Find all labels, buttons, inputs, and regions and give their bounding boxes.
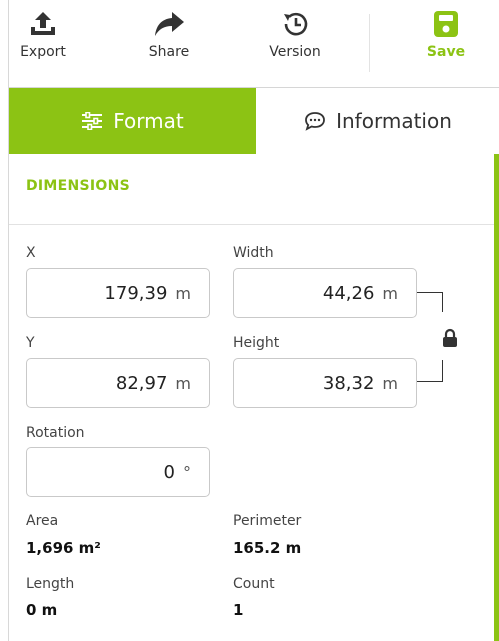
area-value: 1,696 m² [26,539,101,557]
y-value: 82,97 [115,372,168,394]
y-field[interactable]: 82,97 m [26,358,210,408]
width-field[interactable]: 44,26 m [233,268,417,318]
width-value: 44,26 [322,282,375,304]
toolbar-separator [369,14,370,72]
lock-icon[interactable] [441,328,459,348]
save-label: Save [426,44,466,60]
share-icon [155,12,184,36]
x-unit: m [175,283,191,303]
save-button[interactable]: Save [406,10,486,80]
speech-bubble-icon [305,112,326,131]
width-unit: m [382,283,398,303]
toolbar: Export Share Version Save [9,0,499,88]
dimensions-section-title: DIMENSIONS [26,178,131,194]
panel-accent-bar [494,154,499,641]
export-icon [31,12,55,35]
area-label: Area [26,513,59,529]
export-label: Export [20,44,66,60]
share-label: Share [148,44,190,60]
version-history-icon [284,12,308,36]
rotation-value: 0 [163,461,175,483]
width-label: Width [233,245,274,261]
rotation-field[interactable]: 0 ° [26,447,210,497]
count-value: 1 [233,601,244,619]
tab-format-label: Format [113,109,184,133]
x-field[interactable]: 179,39 m [26,268,210,318]
tab-format[interactable]: Format [9,88,256,154]
save-icon [434,11,458,37]
panel-tabs: Format Information [9,88,499,154]
format-panel: Export Share Version Save Format Informa… [8,0,499,641]
height-label: Height [233,335,280,351]
sliders-icon [82,112,103,130]
version-button[interactable]: Version [255,10,335,80]
x-label: X [26,245,36,261]
y-unit: m [175,373,191,393]
height-value: 38,32 [322,372,375,394]
share-button[interactable]: Share [129,10,209,80]
section-divider [9,224,494,225]
x-value: 179,39 [104,282,168,304]
height-unit: m [382,373,398,393]
export-button[interactable]: Export [3,10,83,80]
perimeter-label: Perimeter [233,513,302,529]
tab-information-label: Information [336,109,452,133]
version-label: Version [269,44,321,60]
height-field[interactable]: 38,32 m [233,358,417,408]
count-label: Count [233,576,275,592]
tab-information[interactable]: Information [256,88,499,154]
perimeter-value: 165.2 m [233,539,302,557]
lock-bracket-top [417,292,443,312]
length-label: Length [26,576,75,592]
rotation-unit: ° [183,462,191,482]
y-label: Y [26,335,35,351]
lock-bracket-bottom [417,360,443,382]
rotation-label: Rotation [26,425,85,441]
length-value: 0 m [26,601,58,619]
